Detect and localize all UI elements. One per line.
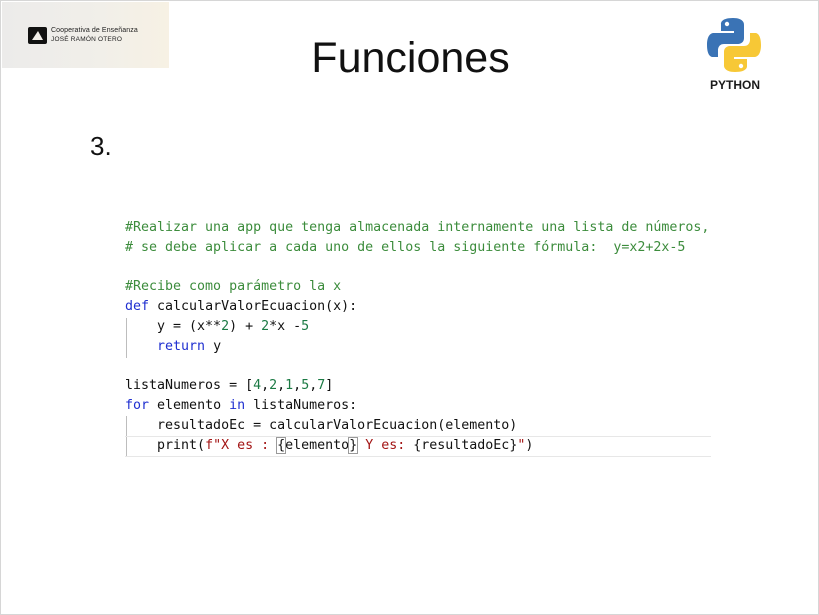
code-number: 2 (221, 318, 230, 334)
code-text: *x - (269, 318, 302, 334)
code-text: print( (125, 437, 206, 453)
code-line: return y (125, 337, 711, 357)
code-keyword: return (157, 338, 206, 354)
code-text: listaNumeros: (245, 398, 358, 414)
code-text: y = (x** (125, 318, 222, 334)
code-number: 4 (253, 378, 262, 394)
code-text: elemento (285, 437, 350, 453)
code-string: Y es: (357, 437, 414, 453)
item-number: 3. (90, 131, 112, 161)
code-text: calcularValorEcuacion(x): (149, 299, 358, 315)
code-brace: } (348, 436, 359, 454)
page-title: Funciones (311, 34, 510, 82)
code-line: y = (x**2) + 2*x -5 (125, 317, 711, 337)
code-text: ) + (229, 318, 262, 334)
code-keyword: in (229, 398, 246, 414)
code-number: 1 (285, 378, 294, 394)
code-text: resultadoEc = calcularValorEcuacion(elem… (125, 417, 518, 433)
code-line: for elemento in listaNumeros: (125, 396, 711, 416)
code-line: #Recibe como parámetro la x (125, 277, 711, 297)
code-brace: { (276, 436, 287, 454)
code-number: 5 (301, 378, 310, 394)
code-comment: #Recibe como parámetro la x (125, 279, 342, 295)
code-line: def calcularValorEcuacion(x): (125, 297, 711, 317)
slide: Cooperativa de Enseñanza JOSÉ RAMÓN OTER… (0, 0, 819, 615)
python-label: PYTHON (709, 78, 760, 92)
code-string: f"X es : (205, 437, 278, 453)
code-text: elemento (149, 398, 230, 414)
code-line: # se debe aplicar a cada uno de ellos la… (125, 238, 711, 258)
code-line: listaNumeros = [4,2,1,5,7] (125, 378, 334, 394)
code-keyword: def (125, 299, 150, 315)
code-comment: # se debe aplicar a cada uno de ellos la… (125, 239, 686, 255)
code-text: ] (325, 378, 334, 394)
code-number: 2 (269, 378, 278, 394)
code-line: print(f"X es : {elemento} Y es: {resulta… (125, 436, 711, 456)
code-text: ) (525, 437, 534, 453)
school-name-line1: Cooperativa de Enseñanza (51, 27, 138, 34)
code-text: listaNumeros = [ (125, 378, 254, 394)
code-text: y (205, 338, 222, 354)
code-line: resultadoEc = calcularValorEcuacion(elem… (125, 416, 711, 436)
python-logo-icon (707, 18, 761, 72)
code-line: #Realizar una app que tenga almacenada i… (125, 218, 711, 238)
code-keyword: for (125, 398, 150, 414)
code-block: #Realizar una app que tenga almacenada i… (125, 218, 711, 456)
code-text: {resultadoEc} (413, 437, 518, 453)
code-comment: #Realizar una app que tenga almacenada i… (125, 220, 710, 235)
code-number: 2 (261, 318, 270, 334)
code-number: 5 (301, 318, 310, 334)
